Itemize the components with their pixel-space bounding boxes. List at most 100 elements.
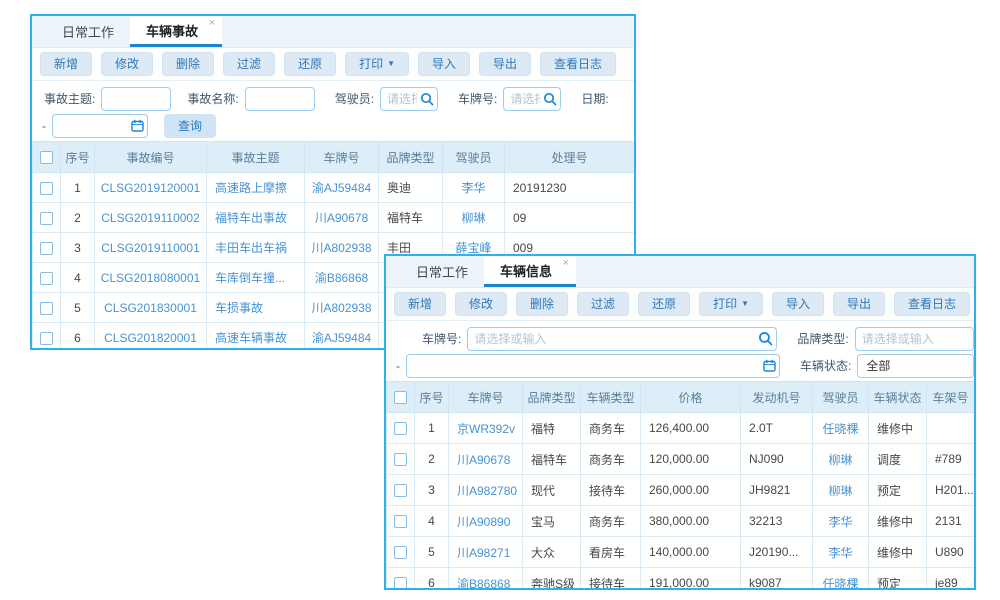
delete-button[interactable]: 删除 xyxy=(516,292,568,316)
column-header[interactable]: 事故编号 xyxy=(95,142,207,173)
cell-plate[interactable]: 川A802938 xyxy=(305,233,379,263)
cell-driver[interactable]: 任晓棵 xyxy=(813,413,869,444)
cell-plate[interactable]: 川A98271 xyxy=(449,537,523,568)
column-header[interactable]: 发动机号 xyxy=(741,382,813,413)
table-row[interactable]: 4 川A90890 宝马 商务车 380,000.00 32213 李华 维修中… xyxy=(387,506,975,537)
select-all-checkbox[interactable] xyxy=(394,391,407,404)
calendar-icon[interactable] xyxy=(131,119,144,132)
accident-subject-input[interactable] xyxy=(101,87,171,111)
cell-plate[interactable]: 京WR392v xyxy=(449,413,523,444)
row-checkbox[interactable] xyxy=(40,212,53,225)
filter-button[interactable]: 过滤 xyxy=(577,292,629,316)
print-button[interactable]: 打印▼ xyxy=(345,52,409,76)
column-header[interactable]: 品牌类型 xyxy=(523,382,581,413)
table-row[interactable]: 1 CLSG2019120001 高速路上摩擦 渝AJ59484 奥迪 李华 2… xyxy=(33,173,635,203)
column-header[interactable]: 车辆状态 xyxy=(869,382,927,413)
cell-accident-subject[interactable]: 车损事故 xyxy=(207,293,305,323)
column-header[interactable]: 驾驶员 xyxy=(813,382,869,413)
row-checkbox[interactable] xyxy=(394,515,407,528)
modify-button[interactable]: 修改 xyxy=(101,52,153,76)
restore-button[interactable]: 还原 xyxy=(638,292,690,316)
filter-button[interactable]: 过滤 xyxy=(223,52,275,76)
accident-name-input[interactable] xyxy=(245,87,315,111)
plate-search-input[interactable] xyxy=(467,327,777,351)
column-header[interactable]: 车辆类型 xyxy=(581,382,641,413)
print-button[interactable]: 打印▼ xyxy=(699,292,763,316)
import-button[interactable]: 导入 xyxy=(418,52,470,76)
cell-plate[interactable]: 渝AJ59484 xyxy=(305,173,379,203)
row-checkbox[interactable] xyxy=(394,484,407,497)
column-header[interactable]: 价格 xyxy=(641,382,741,413)
row-checkbox[interactable] xyxy=(394,546,407,559)
column-header[interactable]: 序号 xyxy=(61,142,95,173)
search-icon[interactable] xyxy=(543,92,557,106)
cell-driver[interactable]: 柳琳 xyxy=(813,475,869,506)
row-checkbox[interactable] xyxy=(40,182,53,195)
tab-vehicle-info[interactable]: 车辆信息 × xyxy=(484,256,576,287)
close-tab-icon[interactable]: × xyxy=(209,17,215,29)
query-button[interactable]: 查询 xyxy=(164,114,216,138)
row-checkbox[interactable] xyxy=(40,332,53,345)
column-header[interactable]: 车牌号 xyxy=(305,142,379,173)
cell-plate[interactable]: 川A90890 xyxy=(449,506,523,537)
cell-driver[interactable]: 任晓棵 xyxy=(813,568,869,591)
cell-plate[interactable]: 川A90678 xyxy=(305,203,379,233)
cell-driver[interactable]: 李华 xyxy=(813,537,869,568)
search-icon[interactable] xyxy=(758,331,773,346)
add-button[interactable]: 新增 xyxy=(394,292,446,316)
table-row[interactable]: 1 京WR392v 福特 商务车 126,400.00 2.0T 任晓棵 维修中 xyxy=(387,413,975,444)
restore-button[interactable]: 还原 xyxy=(284,52,336,76)
cell-plate[interactable]: 渝B86868 xyxy=(449,568,523,591)
column-header[interactable]: 序号 xyxy=(415,382,449,413)
column-header[interactable]: 驾驶员 xyxy=(443,142,505,173)
cell-driver[interactable]: 李华 xyxy=(443,173,505,203)
cell-plate[interactable]: 川A802938 xyxy=(305,293,379,323)
cell-accident-code[interactable]: CLSG2019110002 xyxy=(95,203,207,233)
calendar-icon[interactable] xyxy=(763,359,776,372)
cell-accident-subject[interactable]: 高速路上摩擦 xyxy=(207,173,305,203)
date-end-input[interactable] xyxy=(406,354,780,378)
cell-driver[interactable]: 柳琳 xyxy=(443,203,505,233)
row-checkbox[interactable] xyxy=(394,453,407,466)
cell-accident-subject[interactable]: 车库倒车撞... xyxy=(207,263,305,293)
tab-vehicle-accident[interactable]: 车辆事故 × xyxy=(130,16,222,47)
row-checkbox[interactable] xyxy=(40,302,53,315)
cell-accident-code[interactable]: CLSG2018080001 xyxy=(95,263,207,293)
cell-accident-subject[interactable]: 福特车出事故 xyxy=(207,203,305,233)
import-button[interactable]: 导入 xyxy=(772,292,824,316)
search-icon[interactable] xyxy=(420,92,434,106)
view-log-button[interactable]: 查看日志 xyxy=(894,292,970,316)
cell-driver[interactable]: 李华 xyxy=(813,506,869,537)
export-button[interactable]: 导出 xyxy=(833,292,885,316)
brand-type-input[interactable] xyxy=(855,327,974,351)
column-header[interactable]: 车架号 xyxy=(927,382,975,413)
cell-plate[interactable]: 川A982780 xyxy=(449,475,523,506)
column-header[interactable]: 品牌类型 xyxy=(379,142,443,173)
cell-accident-code[interactable]: CLSG201830001 xyxy=(95,293,207,323)
cell-accident-code[interactable]: CLSG2019120001 xyxy=(95,173,207,203)
vehicle-status-select[interactable]: 全部 xyxy=(857,354,974,378)
select-all-checkbox[interactable] xyxy=(40,151,53,164)
cell-accident-subject[interactable]: 丰田车出车祸 xyxy=(207,233,305,263)
table-row[interactable]: 5 川A98271 大众 看房车 140,000.00 J20190... 李华… xyxy=(387,537,975,568)
row-checkbox[interactable] xyxy=(40,272,53,285)
modify-button[interactable]: 修改 xyxy=(455,292,507,316)
row-checkbox[interactable] xyxy=(394,422,407,435)
cell-accident-subject[interactable]: 高速车辆事故 xyxy=(207,323,305,351)
cell-plate[interactable]: 渝B86868 xyxy=(305,263,379,293)
cell-accident-code[interactable]: CLSG201820001 xyxy=(95,323,207,351)
cell-plate[interactable]: 渝AJ59484 xyxy=(305,323,379,351)
tab-daily-work[interactable]: 日常工作 xyxy=(46,16,130,47)
table-row[interactable]: 2 川A90678 福特车 商务车 120,000.00 NJ090 柳琳 调度… xyxy=(387,444,975,475)
column-header[interactable]: 处理号 xyxy=(505,142,635,173)
row-checkbox[interactable] xyxy=(40,242,53,255)
row-checkbox[interactable] xyxy=(394,577,407,590)
cell-driver[interactable]: 柳琳 xyxy=(813,444,869,475)
table-row[interactable]: 2 CLSG2019110002 福特车出事故 川A90678 福特车 柳琳 0… xyxy=(33,203,635,233)
cell-accident-code[interactable]: CLSG2019110001 xyxy=(95,233,207,263)
tab-daily-work[interactable]: 日常工作 xyxy=(400,256,484,287)
view-log-button[interactable]: 查看日志 xyxy=(540,52,616,76)
add-button[interactable]: 新增 xyxy=(40,52,92,76)
table-row[interactable]: 3 川A982780 现代 接待车 260,000.00 JH9821 柳琳 预… xyxy=(387,475,975,506)
table-row[interactable]: 6 渝B86868 奔驰S级 接待车 191,000.00 k9087 任晓棵 … xyxy=(387,568,975,591)
